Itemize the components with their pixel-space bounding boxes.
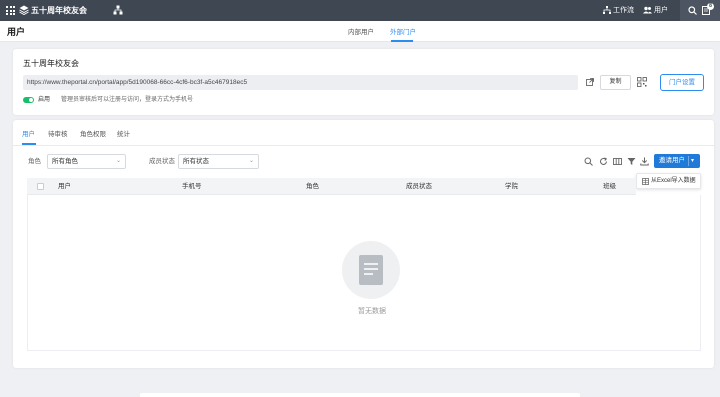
app-title[interactable]: 五十周年校友会 [31,5,87,16]
org-structure-icon[interactable] [113,5,123,15]
excel-icon [642,178,649,185]
refresh-icon[interactable] [599,157,608,166]
search-icon[interactable] [584,157,593,166]
app-grid-icon[interactable] [6,6,15,15]
open-external-icon[interactable] [586,78,594,86]
tab-internal-users[interactable]: 内部用户 [348,28,374,37]
enable-label: 启用 [38,97,51,103]
portal-name: 五十周年校友会 [23,59,79,68]
column-header-phone[interactable]: 手机号 [182,183,202,191]
status-filter-label: 成员状态 [149,158,175,165]
role-filter-value: 所有角色 [52,158,78,165]
tab-divider [13,145,714,146]
tab-statistics[interactable]: 统计 [117,130,130,139]
tab-pending-review[interactable]: 待审核 [48,130,68,139]
role-filter-label: 角色 [28,158,41,165]
column-header-status[interactable]: 成员状态 [406,183,432,191]
enable-toggle[interactable] [23,97,34,103]
notification-badge: 8 [707,3,714,10]
tab-users[interactable]: 用户 [22,130,35,139]
filter-icon[interactable] [627,157,636,166]
columns-icon[interactable] [613,157,622,166]
empty-document-icon [359,255,383,285]
status-filter-value: 所有状态 [183,158,209,165]
table-header [27,178,636,195]
users-label: 用户 [654,7,668,14]
bottom-bar [140,393,580,397]
tab-external-portal[interactable]: 外部门户 [390,28,416,37]
search-icon[interactable] [688,6,697,15]
select-all-checkbox[interactable] [37,183,44,190]
import-excel-item[interactable]: 从Excel导入数据 [651,177,696,186]
column-header-class[interactable]: 班级 [603,183,616,191]
top-bar: 五十周年校友会 ⌄ 工作流 用户 8 [0,0,720,21]
page-header: 用户 内部用户 外部门户 [0,21,720,42]
portal-url-field[interactable]: https://www.theportal.cn/portal/app/5d19… [23,75,578,90]
column-header-user[interactable]: 用户 [58,183,71,191]
workflow-link[interactable]: 工作流 [603,5,634,16]
topbar-right-area [680,0,720,21]
column-header-college[interactable]: 学院 [505,183,518,191]
invite-dropdown-menu: 从Excel导入数据 [636,173,701,189]
download-icon[interactable] [640,157,649,166]
column-header-role[interactable]: 角色 [306,183,319,191]
portal-settings-button[interactable]: 门户设置 [660,74,704,91]
active-tab-indicator [391,40,413,42]
invite-user-label: 邀请用户 [659,157,685,164]
invite-user-button[interactable]: 邀请用户 ▾ [654,154,700,168]
chevron-down-icon[interactable]: ⌄ [82,5,88,16]
chevron-down-icon[interactable]: ▾ [691,154,694,168]
app-logo-icon [19,5,29,15]
workflow-label: 工作流 [613,7,634,14]
workflow-icon [603,6,611,15]
tab-role-permissions[interactable]: 角色权限 [80,130,106,139]
role-filter-select[interactable]: 所有角色 ⌄ [47,154,126,169]
status-filter-select[interactable]: 所有状态 ⌄ [178,154,259,169]
copy-button[interactable]: 复制 [600,75,631,90]
empty-state-text: 暂无数据 [358,308,386,315]
chevron-down-icon: ⌄ [248,158,254,164]
qr-code-icon[interactable] [637,77,647,87]
button-separator [688,156,689,166]
chevron-down-icon: ⌄ [115,158,121,164]
enable-hint: 管理员审核后可以注册与访问，登录方式为手机号 [61,97,194,103]
users-icon [643,6,652,14]
page-title: 用户 [7,27,26,37]
users-link[interactable]: 用户 [643,5,668,16]
